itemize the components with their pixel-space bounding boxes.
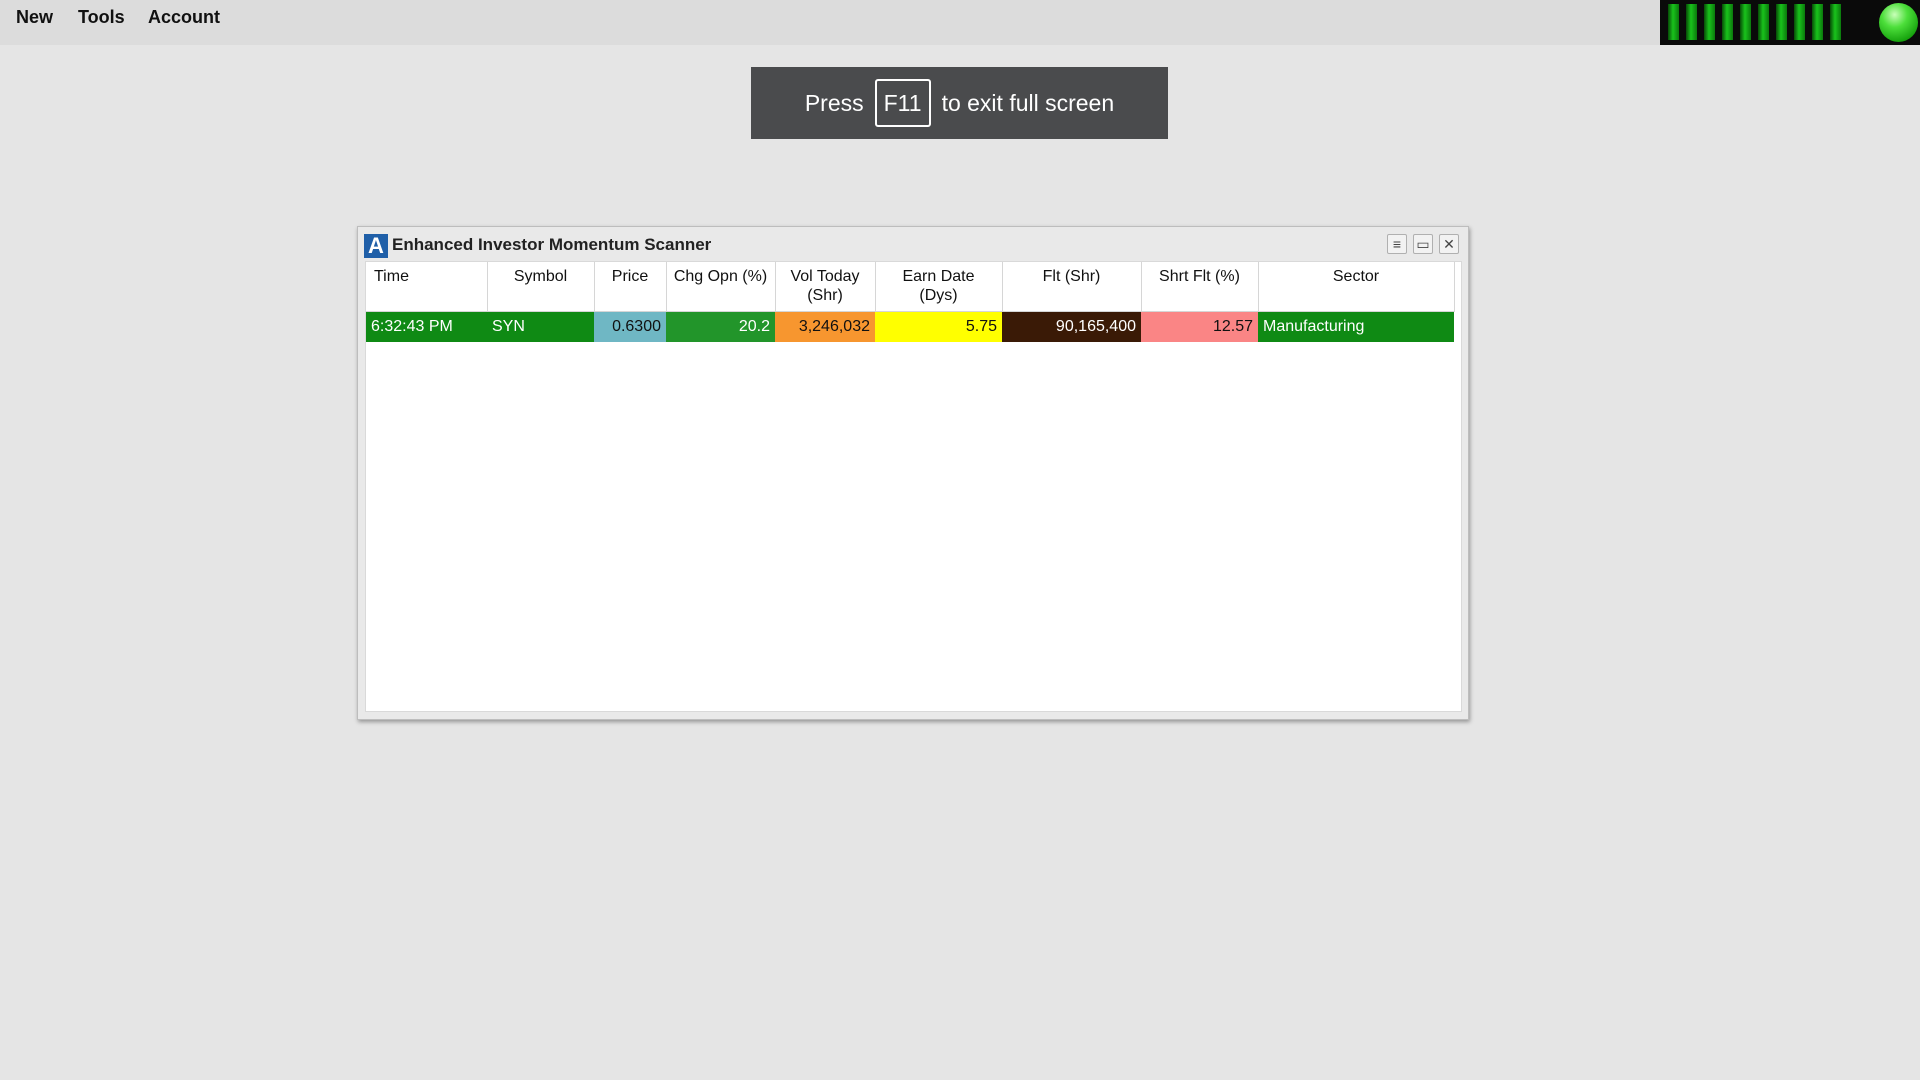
window-title: Enhanced Investor Momentum Scanner [392, 235, 712, 254]
signal-bar [1758, 4, 1769, 40]
maximize-button[interactable]: ▭ [1413, 234, 1433, 254]
window-titlebar[interactable]: A Enhanced Investor Momentum Scanner ≡ ▭… [358, 227, 1468, 262]
column-header-label: Vol Today [790, 268, 860, 285]
cell-price: 0.6300 [594, 311, 666, 342]
column-header-label: Symbol [513, 268, 568, 285]
column-header-price[interactable]: Price [594, 262, 667, 312]
menu-bar: New Tools Account [0, 0, 1920, 45]
menu-new[interactable]: New [16, 0, 53, 34]
scanner-table: Time Symbol Price Chg Opn (%) Vol Today (… [366, 262, 1455, 342]
column-header-label: Time [374, 268, 409, 285]
window-menu-button[interactable]: ≡ [1387, 234, 1407, 254]
column-header-sublabel: (Dys) [919, 287, 958, 304]
column-header-sector[interactable]: Sector [1258, 262, 1455, 312]
signal-bar [1830, 4, 1841, 40]
scanner-table-area[interactable]: Time Symbol Price Chg Opn (%) Vol Today (… [365, 261, 1462, 712]
column-header-short-float[interactable]: Shrt Flt (%) [1141, 262, 1259, 312]
signal-bar [1668, 4, 1679, 40]
signal-bar [1704, 4, 1715, 40]
signal-bar [1722, 4, 1733, 40]
column-header-vol-today[interactable]: Vol Today (Shr) [775, 262, 876, 312]
column-header-label: Sector [1332, 268, 1380, 285]
column-header-sublabel: (Shr) [807, 287, 843, 304]
connection-status-area [1660, 0, 1920, 45]
column-header-label: Flt (Shr) [1042, 268, 1101, 285]
close-button[interactable]: ✕ [1439, 234, 1459, 254]
momentum-scanner-window: A Enhanced Investor Momentum Scanner ≡ ▭… [357, 226, 1469, 720]
column-header-label: Chg Opn (%) [673, 268, 768, 285]
signal-bar [1686, 4, 1697, 40]
signal-bar [1740, 4, 1751, 40]
menu-tools[interactable]: Tools [78, 0, 125, 34]
column-header-label: Shrt Flt (%) [1159, 268, 1240, 285]
column-header-label: Price [611, 268, 649, 285]
signal-bar [1812, 4, 1823, 40]
menu-account[interactable]: Account [148, 0, 220, 34]
signal-bar [1794, 4, 1805, 40]
app-logo-icon: A [364, 234, 388, 258]
cell-sector: Manufacturing [1258, 311, 1454, 342]
cell-chg-opn: 20.2 [666, 311, 775, 342]
cell-float: 90,165,400 [1002, 311, 1141, 342]
column-header-symbol[interactable]: Symbol [487, 262, 595, 312]
f11-key-badge: F11 [874, 79, 931, 127]
table-header-row: Time Symbol Price Chg Opn (%) Vol Today (… [366, 262, 1455, 312]
column-header-time[interactable]: Time [366, 262, 488, 312]
table-row[interactable]: 6:32:43 PM SYN 0.6300 20.2 3,246,032 5.7… [366, 311, 1454, 342]
signal-bars-icon [1668, 4, 1841, 40]
connection-status-icon[interactable] [1879, 3, 1918, 42]
cell-short-float: 12.57 [1141, 311, 1258, 342]
fullscreen-notice: Press F11 to exit full screen [751, 67, 1168, 139]
cell-earn-date: 5.75 [875, 311, 1002, 342]
column-header-float[interactable]: Flt (Shr) [1002, 262, 1142, 312]
signal-bar [1776, 4, 1787, 40]
column-header-earn-date[interactable]: Earn Date (Dys) [875, 262, 1003, 312]
cell-vol-today: 3,246,032 [775, 311, 875, 342]
column-header-chg-opn[interactable]: Chg Opn (%) [666, 262, 776, 312]
fullscreen-notice-prefix: Press [804, 89, 864, 116]
fullscreen-notice-suffix: to exit full screen [941, 89, 1115, 116]
cell-time: 6:32:43 PM [366, 311, 487, 342]
column-header-label: Earn Date [902, 268, 975, 285]
cell-symbol: SYN [487, 311, 594, 342]
